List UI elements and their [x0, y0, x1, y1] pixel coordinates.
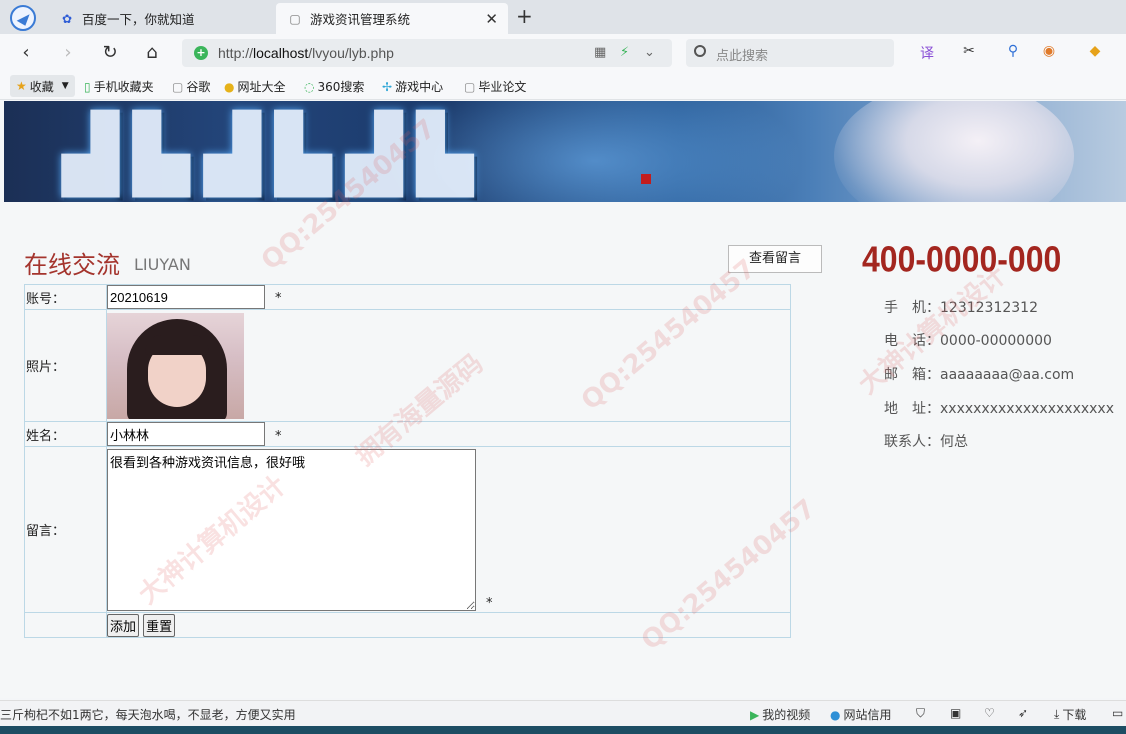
- baidu-paw-icon: ✿: [61, 11, 73, 26]
- url-text: http://localhost/lvyou/lyb.php: [218, 45, 394, 61]
- heart-icon[interactable]: ♡: [984, 706, 995, 720]
- message-form: 账号： * 照片： 姓名： * 留言： 很看到各种游戏资讯信息，很好哦* 添加 …: [24, 284, 791, 638]
- tab-game-info[interactable]: ▢ 游戏资讯管理系统 ✕: [276, 3, 508, 34]
- contact-address: 地 址：xxxxxxxxxxxxxxxxxxxxx: [884, 401, 1114, 417]
- search-box[interactable]: 点此搜索: [686, 39, 894, 67]
- reload-icon[interactable]: ↻: [98, 41, 122, 65]
- image-icon[interactable]: ▣: [950, 706, 961, 720]
- photo-label: 照片：: [24, 309, 107, 422]
- add-button[interactable]: 添加: [107, 613, 140, 637]
- view-messages-button[interactable]: 查看留言: [728, 245, 822, 273]
- banner-character-image: [834, 101, 1074, 202]
- section-subtitle: LIUYAN: [134, 255, 191, 274]
- required-mark: *: [275, 290, 282, 306]
- tab-label: 百度一下，你就知道: [82, 12, 195, 27]
- shield-icon[interactable]: ◆: [1084, 43, 1106, 59]
- browser-logo-icon[interactable]: [10, 5, 36, 31]
- page-icon: ▢: [172, 79, 184, 94]
- page-content: ▟▙▟▙▟▙ 在线交流 LIUYAN 查看留言 账号： * 照片： 姓名： * …: [0, 101, 1126, 698]
- drop-icon: ●: [830, 707, 841, 722]
- name-label: 姓名：: [24, 421, 107, 447]
- lightning-icon[interactable]: ⚡: [620, 45, 629, 60]
- my-videos-button[interactable]: ▶ 我的视频: [750, 706, 810, 723]
- site-banner: ▟▙▟▙▟▙: [4, 101, 1126, 202]
- reset-button[interactable]: 重置: [143, 613, 176, 637]
- site-credit-button[interactable]: ● 网站信用: [830, 706, 892, 723]
- translate-icon[interactable]: 译: [916, 43, 938, 63]
- message-label: 留言：: [24, 446, 107, 613]
- close-tab-icon[interactable]: ✕: [485, 10, 498, 28]
- bookmark-sites[interactable]: ● 网址大全: [224, 78, 286, 95]
- name-input[interactable]: [107, 422, 265, 446]
- download-icon: ⤓: [1054, 707, 1060, 721]
- game-controller-icon[interactable]: ◉: [1038, 43, 1060, 59]
- bookmark-games[interactable]: ✢ 游戏中心: [382, 78, 443, 95]
- section-title: 在线交流: [24, 251, 120, 279]
- status-bar: 三斤枸杞不如1两它，每天泡水喝，不显老，方便又实用 ▶ 我的视频 ● 网站信用 ⛉ …: [0, 700, 1126, 726]
- required-mark: *: [275, 428, 282, 444]
- bookmark-360[interactable]: ◌ 360搜索: [304, 78, 364, 95]
- phone-icon: ▯: [84, 79, 91, 94]
- contact-email: 邮 箱：aaaaaaaa@aa.com: [884, 367, 1075, 383]
- magnifier-icon[interactable]: ⚲: [1002, 43, 1024, 59]
- bookmark-favorites[interactable]: ★ 收藏 ▼: [10, 75, 75, 97]
- message-textarea[interactable]: 很看到各种游戏资讯信息，很好哦: [107, 448, 476, 611]
- bookmark-thesis[interactable]: ▢ 毕业论文: [464, 78, 526, 95]
- window-icon[interactable]: ▭: [1112, 706, 1123, 720]
- chevron-down-icon[interactable]: ⌄: [644, 45, 655, 60]
- tab-baidu[interactable]: ✿ 百度一下，你就知道: [48, 3, 274, 34]
- status-ad-text[interactable]: 三斤枸杞不如1两它，每天泡水喝，不显老，方便又实用: [0, 706, 296, 723]
- account-input[interactable]: [107, 285, 265, 309]
- hotline-number: 400-0000-000: [862, 238, 1062, 280]
- contact-phone: 电 话：0000-00000000: [884, 333, 1052, 349]
- home-icon[interactable]: ⌂: [140, 41, 164, 65]
- address-bar[interactable]: + http://localhost/lvyou/lyb.php ▦ ⚡ ⌄: [182, 39, 672, 67]
- banner-artwork: ▟▙▟▙▟▙: [62, 111, 488, 197]
- search-placeholder: 点此搜索: [716, 49, 769, 64]
- globe-icon: ●: [224, 79, 235, 94]
- rocket-icon[interactable]: ➶: [1018, 706, 1028, 720]
- taskbar-strip: [0, 726, 1126, 734]
- contact-mobile: 手 机：12312312312: [884, 300, 1038, 316]
- search-icon: [694, 45, 706, 57]
- scissors-icon[interactable]: ✂: [958, 43, 980, 59]
- new-tab-icon[interactable]: +: [516, 4, 533, 28]
- user-photo: [107, 312, 244, 419]
- game-icon: ✢: [382, 79, 393, 94]
- empty-cell: [24, 612, 107, 638]
- download-button[interactable]: ⤓ 下载: [1054, 706, 1086, 723]
- tab-bar: ✿ 百度一下，你就知道 ▢ 游戏资讯管理系统 ✕ +: [0, 0, 1126, 34]
- shield-status-icon[interactable]: ⛉: [916, 706, 925, 721]
- bookmark-mobile[interactable]: ▯ 手机收藏夹: [84, 78, 154, 95]
- search-360-icon: ◌: [304, 79, 315, 94]
- required-mark: *: [486, 595, 493, 611]
- secure-shield-icon: +: [194, 46, 208, 60]
- contact-person: 联系人：何总: [884, 434, 968, 450]
- dropdown-icon: ▼: [61, 81, 69, 91]
- star-icon: ★: [16, 79, 27, 93]
- back-icon[interactable]: ‹: [14, 41, 38, 65]
- qr-code-icon[interactable]: ▦: [594, 45, 606, 60]
- video-icon: ▶: [750, 707, 760, 722]
- bookmarks-bar: ★ 收藏 ▼ ▯ 手机收藏夹 ▢ 谷歌 ● 网址大全 ◌ 360搜索 ✢ 游戏中心 ▢ 毕业论文: [0, 72, 1126, 100]
- forward-icon[interactable]: ›: [56, 41, 80, 65]
- tab-label: 游戏资讯管理系统: [310, 12, 411, 27]
- account-label: 账号：: [24, 284, 107, 310]
- page-icon: ▢: [464, 79, 476, 94]
- document-icon: ▢: [289, 11, 301, 26]
- navigation-bar: ‹ › ↻ ⌂ + http://localhost/lvyou/lyb.php…: [0, 34, 1126, 72]
- bookmark-google[interactable]: ▢ 谷歌: [172, 78, 210, 95]
